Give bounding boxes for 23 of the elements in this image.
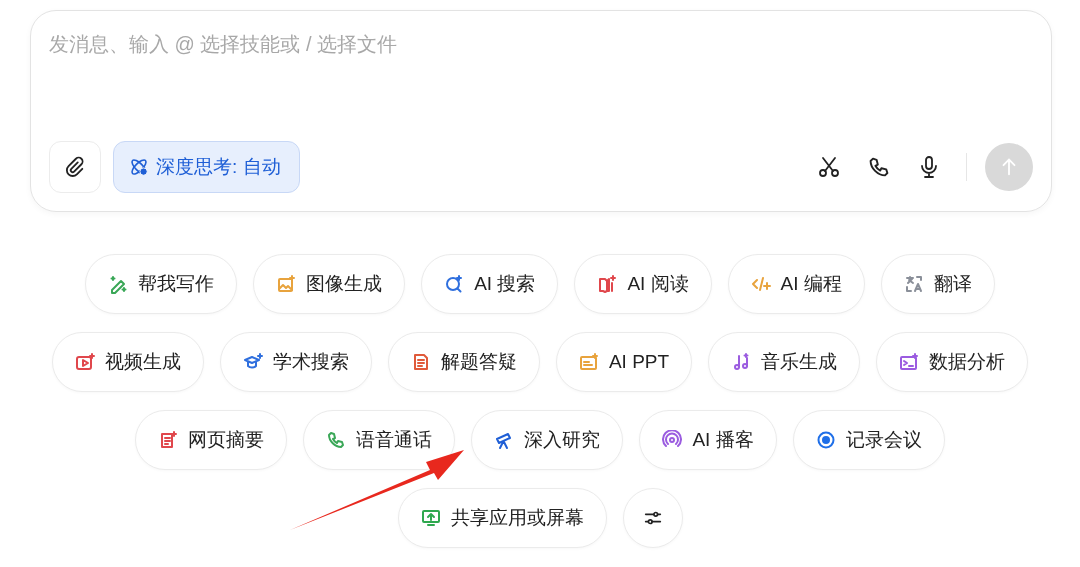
atom-icon xyxy=(128,156,150,178)
skill-chip[interactable]: 帮我写作 xyxy=(85,254,238,314)
skill-chip[interactable]: 深入研究 xyxy=(471,410,624,470)
skill-chip[interactable]: 共享应用或屏幕 xyxy=(397,488,607,548)
skill-chip[interactable]: 数据分析 xyxy=(876,332,1029,392)
deep-think-toggle[interactable]: 深度思考: 自动 xyxy=(113,141,300,193)
skill-chip[interactable]: 学术搜索 xyxy=(219,332,372,392)
attach-button[interactable] xyxy=(49,141,101,193)
skill-chip[interactable]: 语音通话 xyxy=(303,410,456,470)
skill-chip[interactable]: 翻译 xyxy=(880,254,995,314)
skill-chip[interactable]: AI PPT xyxy=(555,332,693,392)
skill-chip[interactable]: 记录会议 xyxy=(792,410,945,470)
message-input[interactable]: 发消息、输入 @ 选择技能或 / 选择文件 xyxy=(49,31,1033,58)
skill-chip[interactable]: AI 搜索 xyxy=(421,254,559,314)
skill-chip[interactable]: 音乐生成 xyxy=(708,332,861,392)
skill-chip[interactable]: AI 编程 xyxy=(727,254,865,314)
skill-chip[interactable]: AI 阅读 xyxy=(574,254,712,314)
skill-chip[interactable]: 解题答疑 xyxy=(387,332,540,392)
skill-chip[interactable]: 视频生成 xyxy=(51,332,204,392)
skill-chip[interactable]: 图像生成 xyxy=(253,254,406,314)
skill-chip[interactable]: 网页摘要 xyxy=(135,410,288,470)
skill-chip[interactable]: AI 播客 xyxy=(639,410,777,470)
paperclip-icon xyxy=(64,156,86,178)
